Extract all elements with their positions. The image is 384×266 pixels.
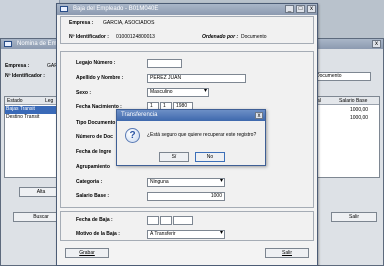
close-icon[interactable]: x [372, 40, 381, 48]
fecha-baja-label: Fecha de Baja : [76, 217, 113, 223]
categoria-select[interactable]: Ninguna [147, 178, 225, 187]
apellido-label: Apellido y Nombre : [76, 75, 124, 81]
form-window-title: Baja del Empleado - B01M040E [73, 6, 159, 12]
maximize-icon[interactable]: □ [296, 5, 305, 13]
back-empresa-label: Empresa : [5, 63, 30, 69]
tipo-doc-label: Tipo Documento [76, 120, 116, 126]
salario-label: Salario Base : [76, 193, 110, 199]
numero-doc-label: Número de Doc [76, 134, 113, 140]
empresa-value: GARCIA, ASOCIADOS [103, 20, 155, 26]
agrupamiento-label: Agrupamiento [76, 164, 110, 170]
motivo-select[interactable]: A Transferir [147, 230, 225, 239]
transfer-dialog: Transferencia x ? ¿Está seguro que quier… [116, 109, 266, 166]
identificador-value: 01000124800013 [116, 34, 155, 40]
table-row[interactable]: Bajas Transit [5, 106, 63, 114]
fecha-baja-year[interactable] [173, 216, 193, 225]
question-icon: ? [125, 128, 140, 143]
form-window-titlebar: Baja del Empleado - B01M040E [57, 4, 317, 15]
table-cell-salario: 1000,00 [350, 115, 369, 121]
fecha-baja-month[interactable] [160, 216, 172, 225]
salario-input[interactable]: 1000 [147, 192, 225, 201]
back-identificador-label: Nº Identificador : [5, 73, 45, 79]
legajo-label: Legajo Número : [76, 60, 116, 66]
header-salario[interactable]: Salario Base [339, 98, 367, 104]
legajo-input[interactable] [147, 59, 182, 68]
app-icon [4, 41, 12, 47]
motivo-label: Motivo de la Baja : [76, 231, 120, 237]
fecha-nac-label: Fecha Nacimiento : [76, 104, 122, 110]
categoria-label: Categoria : [76, 179, 103, 185]
background-window-fragment [0, 0, 60, 38]
close-icon[interactable]: x [307, 5, 316, 13]
grabar-button[interactable]: Grabar [65, 248, 109, 258]
dialog-title: Transferencia [121, 112, 158, 118]
fecha-ingreso-label: Fecha de Ingre [76, 149, 112, 155]
table-cell-salario: 1000,00 [350, 107, 369, 113]
back-ordenado-field[interactable]: Documento [313, 72, 371, 81]
identificador-label: Nº Identificador : [69, 34, 109, 40]
close-icon[interactable]: x [255, 112, 263, 119]
dialog-message: ¿Está seguro que quiere recuperar este r… [147, 132, 257, 138]
sexo-select[interactable]: Masculino [147, 88, 209, 97]
apellido-input[interactable]: PEREZ JUAN [147, 74, 246, 83]
header-leg[interactable]: Leg [45, 98, 53, 104]
fecha-baja-day[interactable] [147, 216, 159, 225]
salir-button[interactable]: Salir [265, 248, 309, 258]
dialog-titlebar: Transferencia [117, 110, 265, 121]
header-estado[interactable]: Estado [7, 98, 23, 104]
header-panel: Empresa : GARCIA, ASOCIADOS Nº Identific… [60, 16, 314, 44]
form-app-icon [60, 6, 68, 12]
back-salir-button[interactable]: Salir [331, 212, 377, 222]
no-button[interactable]: No [195, 152, 225, 162]
yes-button[interactable]: Sí [159, 152, 189, 162]
ordenado-label: Ordenado por : [202, 34, 239, 40]
minimize-icon[interactable]: _ [285, 5, 294, 13]
empresa-label: Empresa : [69, 20, 94, 26]
table-row[interactable]: Destino Transit [5, 114, 63, 122]
baja-panel: Fecha de Baja : Motivo de la Baja : A Tr… [60, 211, 314, 241]
sexo-label: Sexo : [76, 90, 92, 96]
back-window-title: Nomina de Emp [17, 41, 61, 47]
ordenado-value: Documento [241, 34, 267, 40]
